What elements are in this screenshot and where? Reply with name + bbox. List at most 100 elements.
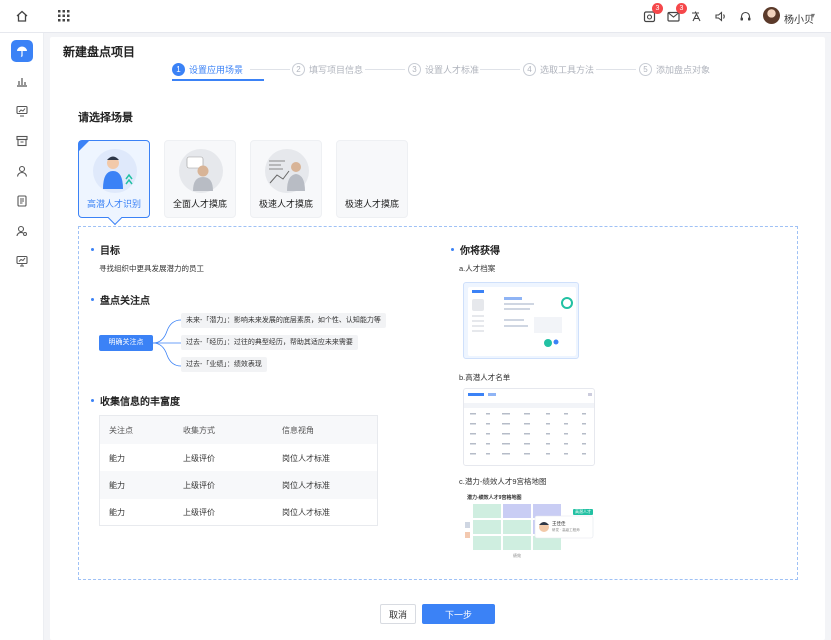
step-number: 2 (292, 62, 305, 76)
step-connector (596, 69, 636, 70)
step-5[interactable]: 5 添加盘点对象 (639, 60, 710, 78)
bullet-dot (91, 399, 94, 402)
scenario-label: 高潜人才识别 (86, 199, 141, 209)
table-header: 关注点 收集方式 信息视角 (100, 416, 377, 444)
next-step-button[interactable]: 下一步 (422, 604, 495, 624)
table-header-cell: 关注点 (109, 426, 133, 435)
sidebar-item-talent-search[interactable] (11, 220, 33, 242)
user-search-icon (16, 225, 27, 237)
sidebar-item-dashboard[interactable] (11, 100, 33, 122)
info-table: 关注点 收集方式 信息视角 能力 上级评价 岗位人才标准 能力 上级评价 岗位人… (99, 415, 378, 526)
step-4[interactable]: 4 选取工具方法 (523, 60, 594, 78)
table-cell: 上级评价 (183, 481, 215, 490)
focus-item-performance: 过去-「业绩」：绩效表现 (181, 357, 267, 372)
info-title: 收集信息的丰富度 (100, 397, 180, 408)
active-step-underline (172, 79, 264, 81)
home-icon[interactable] (14, 8, 30, 24)
headset-icon[interactable] (737, 8, 753, 24)
step-connector (365, 69, 405, 70)
mail-icon[interactable]: 3 (665, 3, 687, 24)
table-cell: 上级评价 (183, 508, 215, 517)
table-row: 能力 上级评价 岗位人才标准 (100, 471, 377, 499)
step-number: 3 (408, 62, 421, 76)
selected-corner-icon (79, 141, 89, 151)
scenario-card-fast-2[interactable]: 极速人才摸底 (336, 140, 408, 218)
high-potential-illustration (93, 149, 137, 193)
scenario-label: 极速人才摸底 (258, 199, 313, 209)
gain-heading: 你将获得 (451, 242, 500, 257)
bullet-dot (91, 248, 94, 251)
step-number: 4 (523, 62, 536, 76)
step-1[interactable]: 1 设置应用场景 (172, 60, 243, 78)
notification-badge: 3 (652, 3, 663, 14)
goal-heading: 目标 (91, 242, 120, 257)
gain-title: 你将获得 (460, 246, 500, 257)
scenario-card-full[interactable]: 全面人才摸底 (164, 140, 236, 218)
gain-item-list: b.高潜人才名单 (459, 373, 511, 382)
step-label: 填写项目信息 (309, 64, 364, 75)
step-2[interactable]: 2 填写项目信息 (292, 60, 363, 78)
table-cell: 能力 (109, 508, 125, 517)
table-cell: 能力 (109, 481, 125, 490)
table-header-cell: 信息视角 (282, 426, 314, 435)
bullet-dot (451, 248, 454, 251)
step-connector (480, 69, 520, 70)
step-label: 设置人才标准 (425, 64, 480, 75)
grid-caption: 潜力-绩效人才9宫格地图 (467, 495, 522, 501)
focus-item-potential: 未来-「潜力」：影响未来发展的底层素质，如个性、认知能力等 (181, 313, 386, 328)
page-title: 新建盘点项目 (63, 45, 136, 59)
monitor-chart-icon (16, 105, 28, 117)
archive-icon (16, 135, 28, 147)
table-cell: 岗位人才标准 (282, 481, 330, 490)
sidebar-item-documents[interactable] (11, 190, 33, 212)
selected-pointer (107, 210, 123, 226)
popup-tag: 高潜人才 (575, 509, 591, 514)
cancel-button[interactable]: 取消 (380, 604, 416, 624)
table-row: 能力 上级评价 岗位人才标准 (100, 498, 377, 526)
popup-name: 王佳佳 (552, 521, 566, 526)
avatar[interactable] (763, 7, 780, 24)
table-header-cell: 收集方式 (183, 426, 215, 435)
scenario-card-fast[interactable]: 极速人才摸底 (250, 140, 322, 218)
table-cell: 能力 (109, 454, 125, 463)
scenario-label: 全面人才摸底 (172, 199, 227, 209)
mindmap-connectors (153, 319, 182, 367)
section-title: 请选择场景 (78, 112, 133, 124)
document-icon (17, 195, 27, 207)
mindmap-root: 明确关注点 (99, 335, 153, 351)
step-3[interactable]: 3 设置人才标准 (408, 60, 479, 78)
user-name[interactable]: 杨小贝 (784, 11, 814, 26)
translate-icon[interactable] (688, 8, 704, 24)
sidebar-item-reports[interactable] (11, 70, 33, 92)
sidebar-item-people[interactable] (11, 160, 33, 182)
scenario-card-high-potential[interactable]: 高潜人才识别 (78, 140, 150, 226)
top-bar: 3 3 杨小贝 ▾ (0, 0, 831, 33)
goal-title: 目标 (100, 246, 120, 257)
grid-icon[interactable] (56, 8, 72, 24)
table-cell: 上级评价 (183, 454, 215, 463)
notification-icon[interactable]: 3 (641, 3, 663, 24)
table-cell: 岗位人才标准 (282, 508, 330, 517)
table-cell: 岗位人才标准 (282, 454, 330, 463)
step-number: 5 (639, 62, 652, 76)
bullet-dot (91, 298, 94, 301)
sidebar (0, 33, 44, 640)
step-label: 添加盘点对象 (656, 64, 711, 75)
fast-survey-illustration (265, 149, 309, 193)
table-row: 能力 上级评价 岗位人才标准 (100, 444, 377, 472)
step-indicator: 1 设置应用场景 2 填写项目信息 3 设置人才标准 4 选取工具方法 5 添加… (170, 60, 730, 81)
focus-title: 盘点关注点 (100, 296, 150, 307)
gain-item-grid-map: c.潜力-绩效人才9宫格地图 (459, 477, 547, 486)
sidebar-item-presentation[interactable] (11, 250, 33, 272)
step-number: 1 (172, 62, 185, 76)
chevron-down-icon[interactable]: ▾ (811, 11, 815, 20)
grid-axis-label: 绩效 (513, 553, 521, 558)
sidebar-item-archive[interactable] (11, 130, 33, 152)
focus-item-experience: 过去-「经历」：过往的典型经历，帮助其适应未来需要 (181, 335, 358, 350)
step-label: 选取工具方法 (540, 64, 595, 75)
sidebar-item-inventory[interactable] (11, 40, 33, 62)
step-connector (250, 69, 290, 70)
goal-text: 寻找组织中更具发展潜力的员工 (99, 264, 204, 273)
speaker-icon[interactable] (712, 8, 728, 24)
nine-grid-preview: 潜力-绩效人才9宫格地图 高潜人才 王佳佳 研发 · 高级工程师 绩效 (463, 492, 603, 566)
